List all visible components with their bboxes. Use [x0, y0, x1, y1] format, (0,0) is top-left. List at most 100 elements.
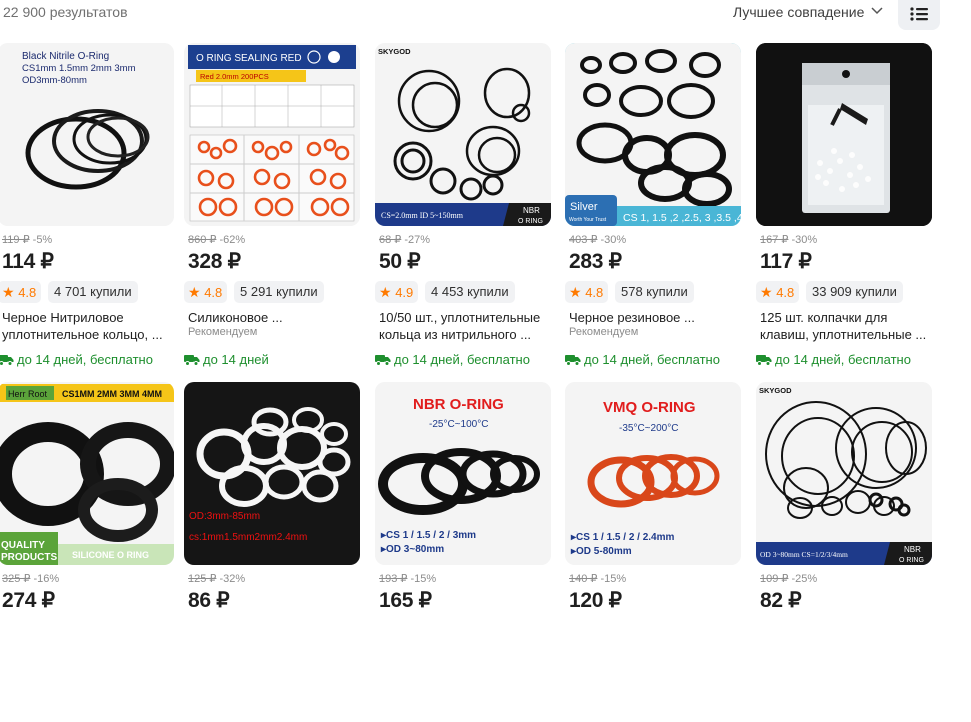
- product-card[interactable]: SKYGOD CS=2.0mm ID 5~150mm NBR O RING 68…: [375, 43, 551, 383]
- product-image[interactable]: VMQ O-RING -35°C~200°C ▸CS 1 / 1.5 / 2 /…: [565, 382, 741, 565]
- image-caption-5: SILICONE O RING: [72, 550, 149, 560]
- rating-badge: ★ 4.8: [565, 281, 609, 303]
- image-caption-4: PRODUCTS: [1, 552, 57, 563]
- old-price-row: 68 ₽ -27%: [379, 234, 431, 246]
- star-icon: ★: [188, 284, 201, 300]
- image-caption-2: -35°C~200°C: [619, 423, 678, 434]
- product-image[interactable]: O RING SEALING RED Red 2.0mm 200PCS: [184, 43, 360, 226]
- product-image[interactable]: OD:3mm-85mm cs:1mm1.5mm2mm2.4mm: [184, 382, 360, 565]
- product-title[interactable]: Черное резиновое ...: [569, 309, 741, 326]
- product-image[interactable]: [756, 43, 932, 226]
- star-icon: ★: [760, 284, 773, 300]
- product-card[interactable]: NBR O-RING -25°C~100°C ▸CS 1 / 1.5 / 2 /…: [375, 382, 551, 722]
- results-toolbar: 22 900 результатов Лучшее совпадение: [0, 0, 971, 30]
- product-card[interactable]: O RING SEALING RED Red 2.0mm 200PCS 860 …: [184, 43, 360, 383]
- price: 120 ₽: [569, 589, 622, 612]
- star-icon: ★: [569, 284, 582, 300]
- image-caption-1: SKYGOD: [378, 47, 411, 56]
- product-card[interactable]: SKYGOD OD 3~80mm CS=1/2/3/4mm NBR O RING: [756, 382, 932, 722]
- old-price-row: 193 ₽ -15%: [379, 573, 437, 585]
- list-view-button[interactable]: [898, 0, 940, 30]
- image-caption-2: OD 3~80mm CS=1/2/3/4mm: [760, 550, 848, 559]
- product-image[interactable]: NBR O-RING -25°C~100°C ▸CS 1 / 1.5 / 2 /…: [375, 382, 551, 565]
- image-caption-3: ▸CS 1 / 1.5 / 2 / 2.4mm: [570, 532, 675, 543]
- rating-badge: ★ 4.9: [375, 281, 419, 303]
- product-card[interactable]: Silver Worth Your Trust CS 1, 1.5 ,2 ,2.…: [565, 43, 741, 383]
- image-caption-1: OD:3mm-85mm: [189, 511, 260, 522]
- price: 50 ₽: [379, 250, 421, 273]
- truck-icon: [756, 355, 772, 366]
- image-caption-2: CS1MM 2MM 3MM 4MM: [62, 389, 162, 399]
- image-caption-1: Black Nitrile O-Ring: [22, 51, 109, 62]
- product-card[interactable]: Black Nitrile O-Ring CS1mm 1.5mm 2mm 3mm…: [0, 43, 174, 383]
- product-card[interactable]: 167 ₽ -30% 117 ₽ ★ 4.8 33 909 купили 125…: [756, 43, 932, 383]
- bought-count: 578 купили: [615, 281, 694, 303]
- image-caption-2: Red 2.0mm 200PCS: [200, 72, 269, 81]
- truck-icon: [0, 355, 14, 366]
- image-caption-4: ▸OD 3~80mm: [380, 544, 444, 555]
- results-count: 22 900 результатов: [3, 4, 128, 20]
- recommended-tag: Рекомендуем: [188, 326, 258, 338]
- sort-dropdown[interactable]: Лучшее совпадение: [733, 4, 864, 20]
- image-caption-3: NBR: [904, 545, 921, 554]
- image-caption-3: ▸CS 1 / 1.5 / 2 / 3mm: [380, 530, 476, 541]
- chevron-down-icon[interactable]: [871, 6, 883, 16]
- image-caption-1: NBR O-RING: [413, 396, 504, 413]
- truck-icon: [375, 355, 391, 366]
- delivery-info: до 14 дней, бесплатно: [375, 352, 530, 367]
- image-caption-3: OD3mm-80mm: [22, 75, 87, 86]
- image-caption-1: Herr Root: [8, 389, 48, 399]
- list-view-icon: [910, 7, 928, 21]
- price: 114 ₽: [2, 250, 54, 273]
- truck-icon: [184, 355, 200, 366]
- product-title[interactable]: 125 шт. колпачки для клавиш, уплотнитель…: [760, 309, 932, 343]
- product-card[interactable]: OD:3mm-85mm cs:1mm1.5mm2mm2.4mm 125 ₽ -3…: [184, 382, 360, 722]
- rating-badge: ★ 4.8: [0, 281, 42, 303]
- product-image[interactable]: SKYGOD OD 3~80mm CS=1/2/3/4mm NBR O RING: [756, 382, 932, 565]
- image-caption-1: SKYGOD: [759, 386, 792, 395]
- product-title[interactable]: Черное Нитриловое уплотнительное кольцо,…: [2, 309, 174, 343]
- product-title[interactable]: Силиконовое ...: [188, 309, 360, 326]
- image-caption-3: CS 1, 1.5 ,2 ,2.5, 3 ,3.5 ,4: [623, 212, 741, 224]
- product-image[interactable]: Herr Root CS1MM 2MM 3MM 4MM QUALITY PROD…: [0, 382, 174, 565]
- old-price-row: 119 ₽ -5%: [2, 234, 53, 246]
- old-price-row: 325 ₽ -16%: [2, 573, 60, 585]
- star-icon: ★: [379, 284, 392, 300]
- price: 274 ₽: [2, 589, 55, 612]
- image-caption-1: Silver: [570, 201, 598, 213]
- product-card[interactable]: Herr Root CS1MM 2MM 3MM 4MM QUALITY PROD…: [0, 382, 174, 722]
- price: 165 ₽: [379, 589, 432, 612]
- image-caption-4: O RING: [518, 218, 543, 225]
- product-image[interactable]: SKYGOD CS=2.0mm ID 5~150mm NBR O RING: [375, 43, 551, 226]
- old-price-row: 125 ₽ -32%: [188, 573, 246, 585]
- product-image[interactable]: Black Nitrile O-Ring CS1mm 1.5mm 2mm 3mm…: [0, 43, 174, 226]
- image-caption-4: O RING: [899, 557, 924, 564]
- image-caption-1: O RING SEALING RED: [196, 53, 302, 64]
- product-image[interactable]: Silver Worth Your Trust CS 1, 1.5 ,2 ,2.…: [565, 43, 741, 226]
- star-icon: ★: [2, 284, 15, 300]
- delivery-info: до 14 дней, бесплатно: [565, 352, 720, 367]
- price: 86 ₽: [188, 589, 230, 612]
- price: 328 ₽: [188, 250, 241, 273]
- image-caption-3: NBR: [523, 206, 540, 215]
- truck-icon: [565, 355, 581, 366]
- delivery-info: до 14 дней, бесплатно: [0, 352, 153, 367]
- bought-count: 5 291 купили: [234, 281, 324, 303]
- product-card[interactable]: VMQ O-RING -35°C~200°C ▸CS 1 / 1.5 / 2 /…: [565, 382, 741, 722]
- image-caption-3: QUALITY: [1, 540, 45, 551]
- image-caption-4: ▸OD 5-80mm: [570, 546, 632, 557]
- image-caption-2: CS=2.0mm ID 5~150mm: [381, 211, 464, 220]
- product-title[interactable]: 10/50 шт., уплотнительные кольца из нитр…: [379, 309, 551, 343]
- price: 82 ₽: [760, 589, 802, 612]
- image-caption-2: CS1mm 1.5mm 2mm 3mm: [22, 63, 136, 74]
- image-caption-2: -25°C~100°C: [429, 419, 488, 430]
- old-price-row: 140 ₽ -15%: [569, 573, 627, 585]
- bought-count: 4 701 купили: [48, 281, 138, 303]
- rating-badge: ★ 4.8: [184, 281, 228, 303]
- old-price-row: 860 ₽ -62%: [188, 234, 246, 246]
- bought-count: 4 453 купили: [425, 281, 515, 303]
- delivery-info: до 14 дней: [184, 352, 269, 367]
- old-price-row: 403 ₽ -30%: [569, 234, 627, 246]
- image-caption-2: cs:1mm1.5mm2mm2.4mm: [189, 532, 307, 543]
- bought-count: 33 909 купили: [806, 281, 903, 303]
